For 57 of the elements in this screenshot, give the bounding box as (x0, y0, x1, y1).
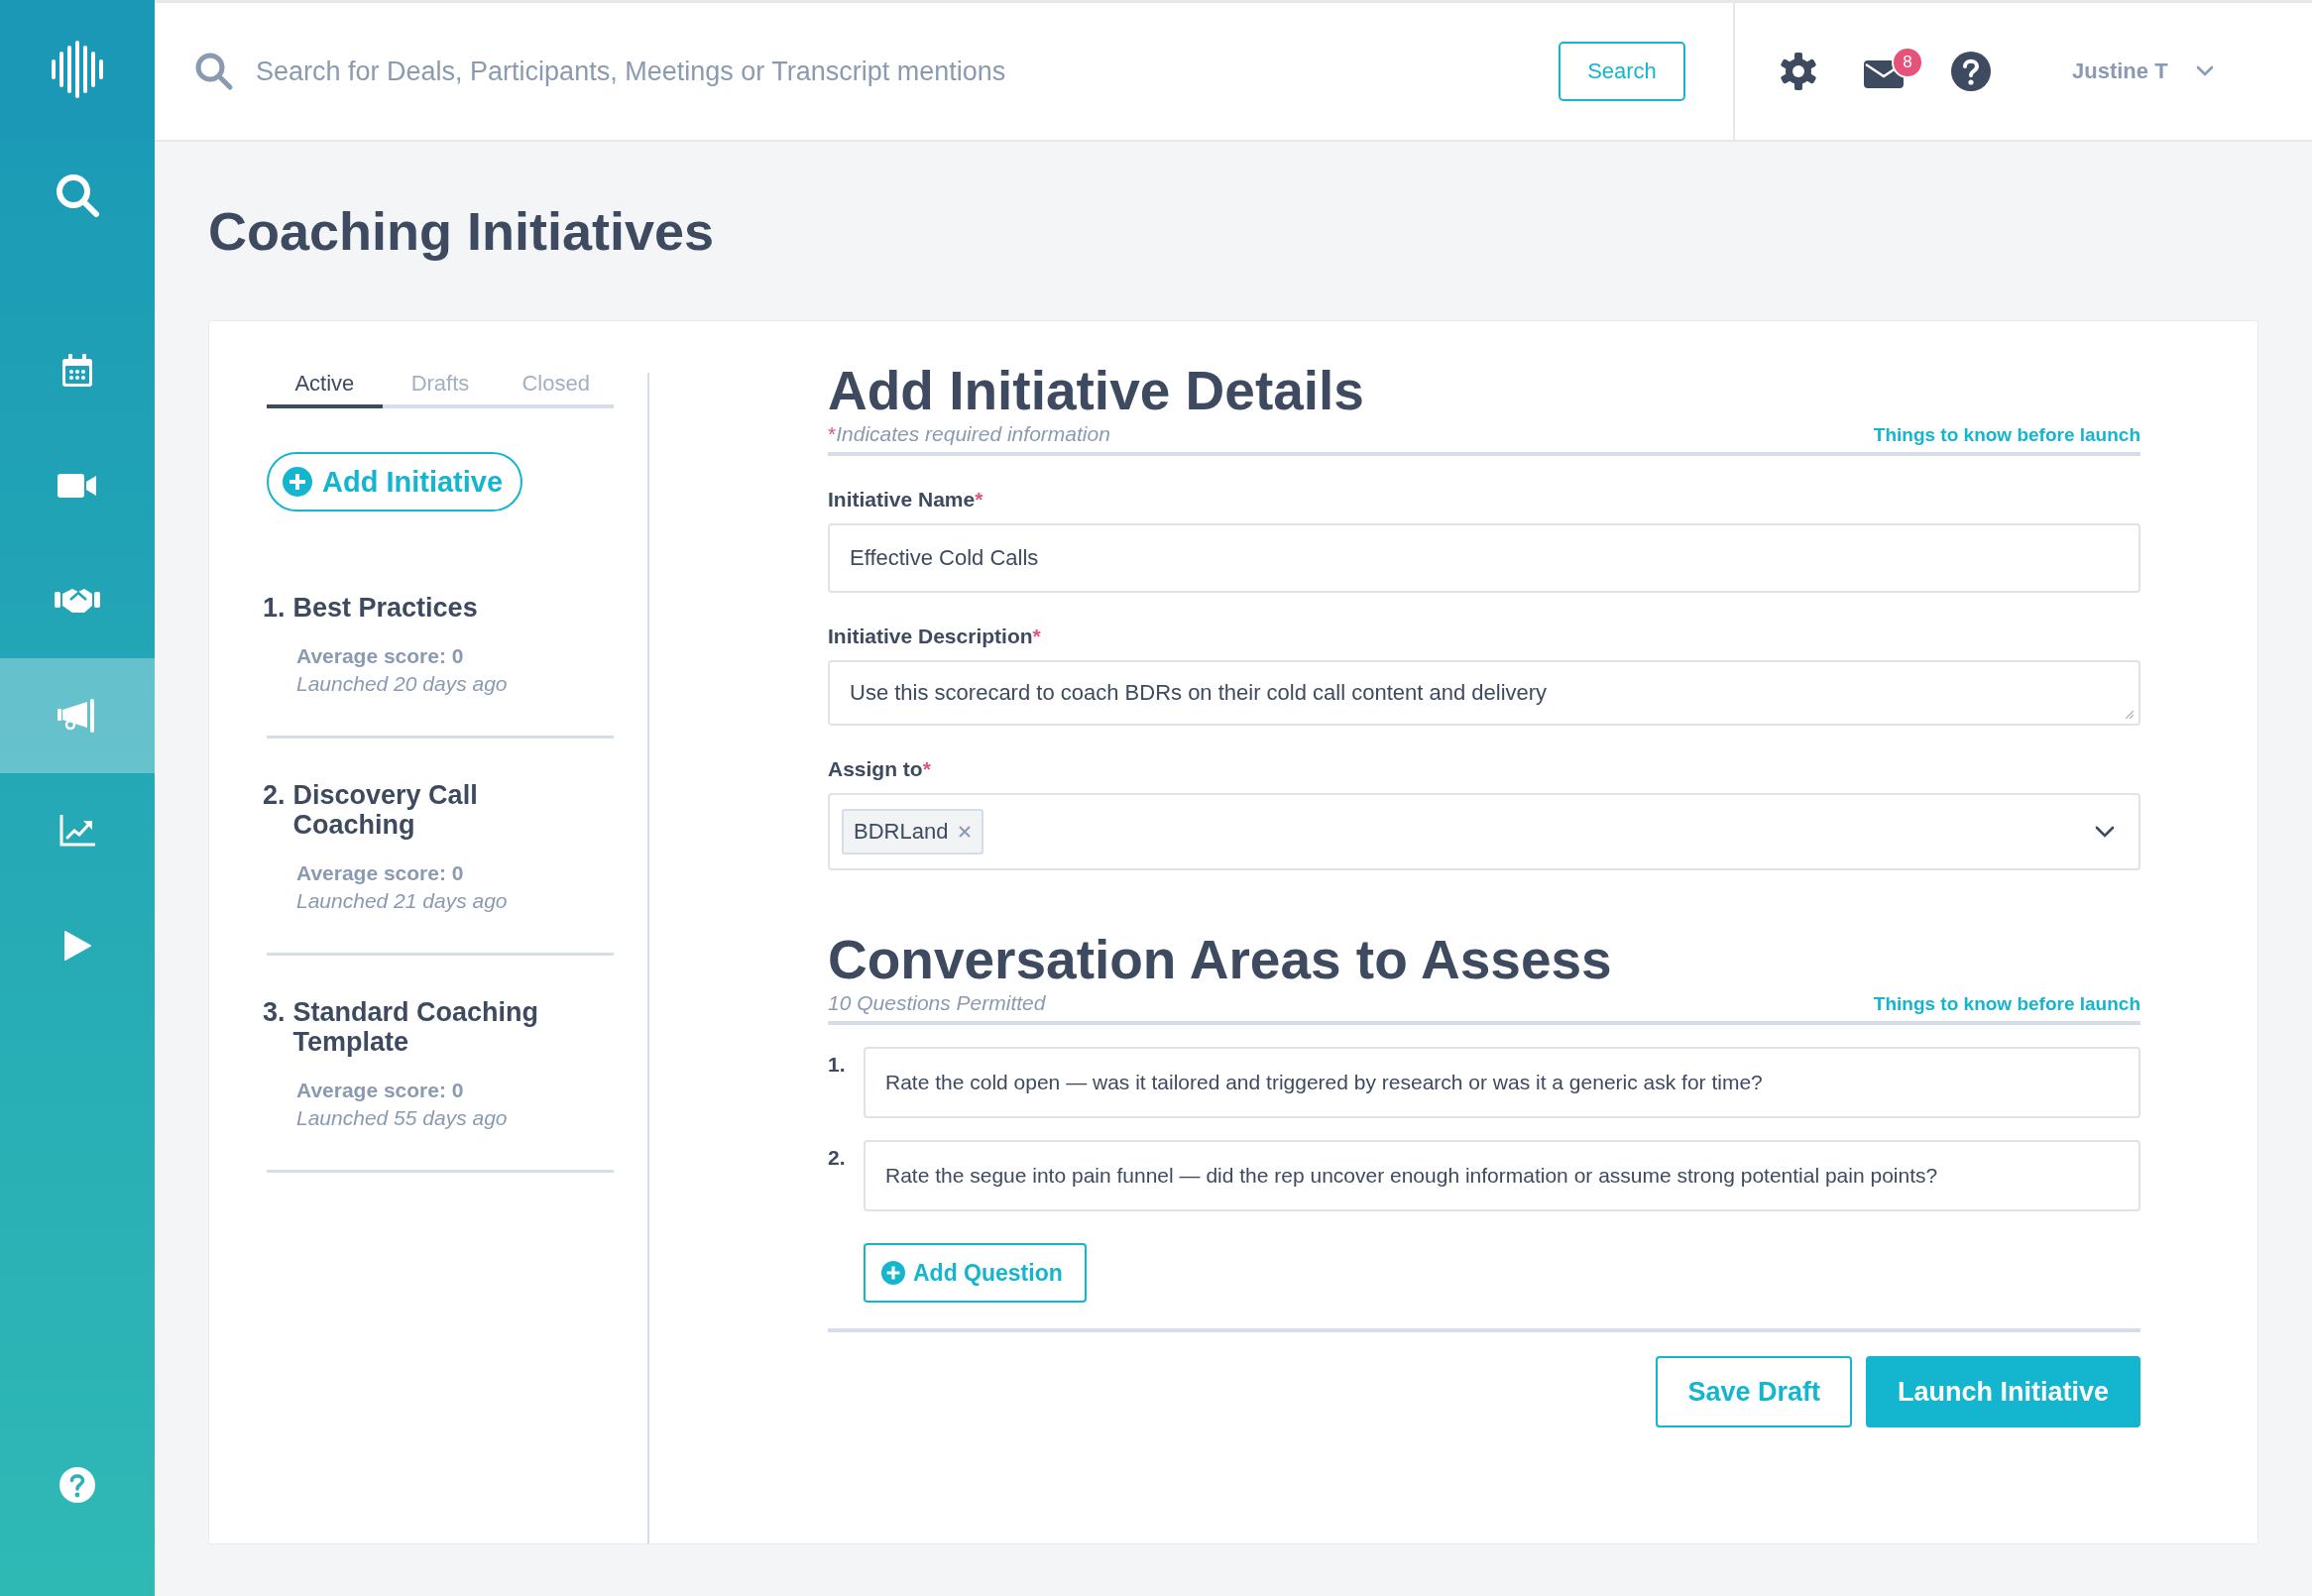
info-link[interactable]: Things to know before launch (1873, 424, 2140, 446)
resize-grip-icon[interactable] (2123, 708, 2135, 720)
video-camera-icon (58, 474, 97, 498)
text-area[interactable]: Use this scorecard to coach BDRs on their cold call content and delivery (828, 660, 2140, 726)
questions-note: 10 Questions Permitted (828, 991, 1046, 1015)
list-number: 1. (263, 593, 286, 623)
line-chart-icon (59, 815, 95, 847)
question-number: 1. (828, 1052, 847, 1078)
info-link[interactable]: Things to know before launch (1873, 993, 2140, 1015)
help-icon[interactable] (1951, 52, 1991, 91)
launch-date: Launched 21 days ago (296, 889, 509, 913)
tag-chip: BDRLand (842, 809, 984, 855)
required-note: *Indicates required information (828, 422, 1110, 446)
megaphone-icon (58, 699, 97, 733)
select-field[interactable]: BDRLand (828, 793, 2140, 870)
average-score: Average score: 0 (296, 1079, 465, 1102)
launch-button[interactable]: Launch Initiative (1865, 1356, 2140, 1427)
tab[interactable]: Active (267, 363, 383, 408)
launch-date: Launched 55 days ago (296, 1106, 509, 1130)
close-icon[interactable] (958, 825, 973, 839)
average-score: Average score: 0 (296, 861, 465, 885)
plus-circle-icon (881, 1261, 905, 1285)
field-label: Assign to* (828, 757, 932, 781)
search-icon (194, 52, 234, 91)
initiative-title[interactable]: Discovery Call Coaching (292, 780, 581, 840)
add-question-button[interactable]: Add Question (864, 1243, 1087, 1303)
question-number: 2. (828, 1145, 847, 1171)
question-field[interactable]: Rate the cold open — was it tailored and triggered by research or was it a generic ask for time? (864, 1047, 2140, 1118)
search-button[interactable]: Search (1559, 42, 1685, 101)
add-initiative-button[interactable]: Add Initiative (267, 452, 523, 512)
launch-date: Launched 20 days ago (296, 672, 509, 696)
initiative-title[interactable]: Standard Coaching Template (292, 997, 581, 1057)
average-score: Average score: 0 (296, 644, 465, 668)
search-field[interactable]: Search for Deals, Participants, Meetings or Transcript mentions (254, 55, 1539, 88)
input-field[interactable]: Effective Cold Calls (828, 523, 2140, 593)
settings-icon[interactable] (1779, 52, 1818, 91)
field-label: Initiative Name* (828, 488, 984, 512)
handshake-icon (55, 586, 100, 616)
play-icon (63, 930, 91, 962)
page-title: Coaching Initiatives (208, 200, 716, 263)
initiative-title[interactable]: Best Practices (292, 593, 581, 623)
tab[interactable]: Closed (498, 363, 614, 408)
sidebar-item[interactable] (0, 658, 155, 773)
section-heading: Add Initiative Details (828, 359, 1365, 422)
chevron-down-icon[interactable] (2095, 826, 2115, 838)
notification-badge: 8 (1892, 47, 1923, 78)
calendar-icon (61, 354, 93, 388)
search-icon (55, 172, 100, 218)
plus-circle-icon (283, 467, 312, 497)
section-heading: Conversation Areas to Assess (828, 928, 1613, 991)
tab[interactable]: Drafts (382, 363, 499, 408)
list-number: 2. (263, 780, 286, 812)
list-number: 3. (263, 997, 286, 1029)
save-draft-button[interactable]: Save Draft (1656, 1356, 1852, 1427)
question-field[interactable]: Rate the segue into pain funnel — did the rep uncover enough information or assume strong potential pain points? (864, 1140, 2140, 1211)
user-menu[interactable]: Justine T (2072, 58, 2168, 84)
field-label: Initiative Description* (828, 625, 1042, 648)
